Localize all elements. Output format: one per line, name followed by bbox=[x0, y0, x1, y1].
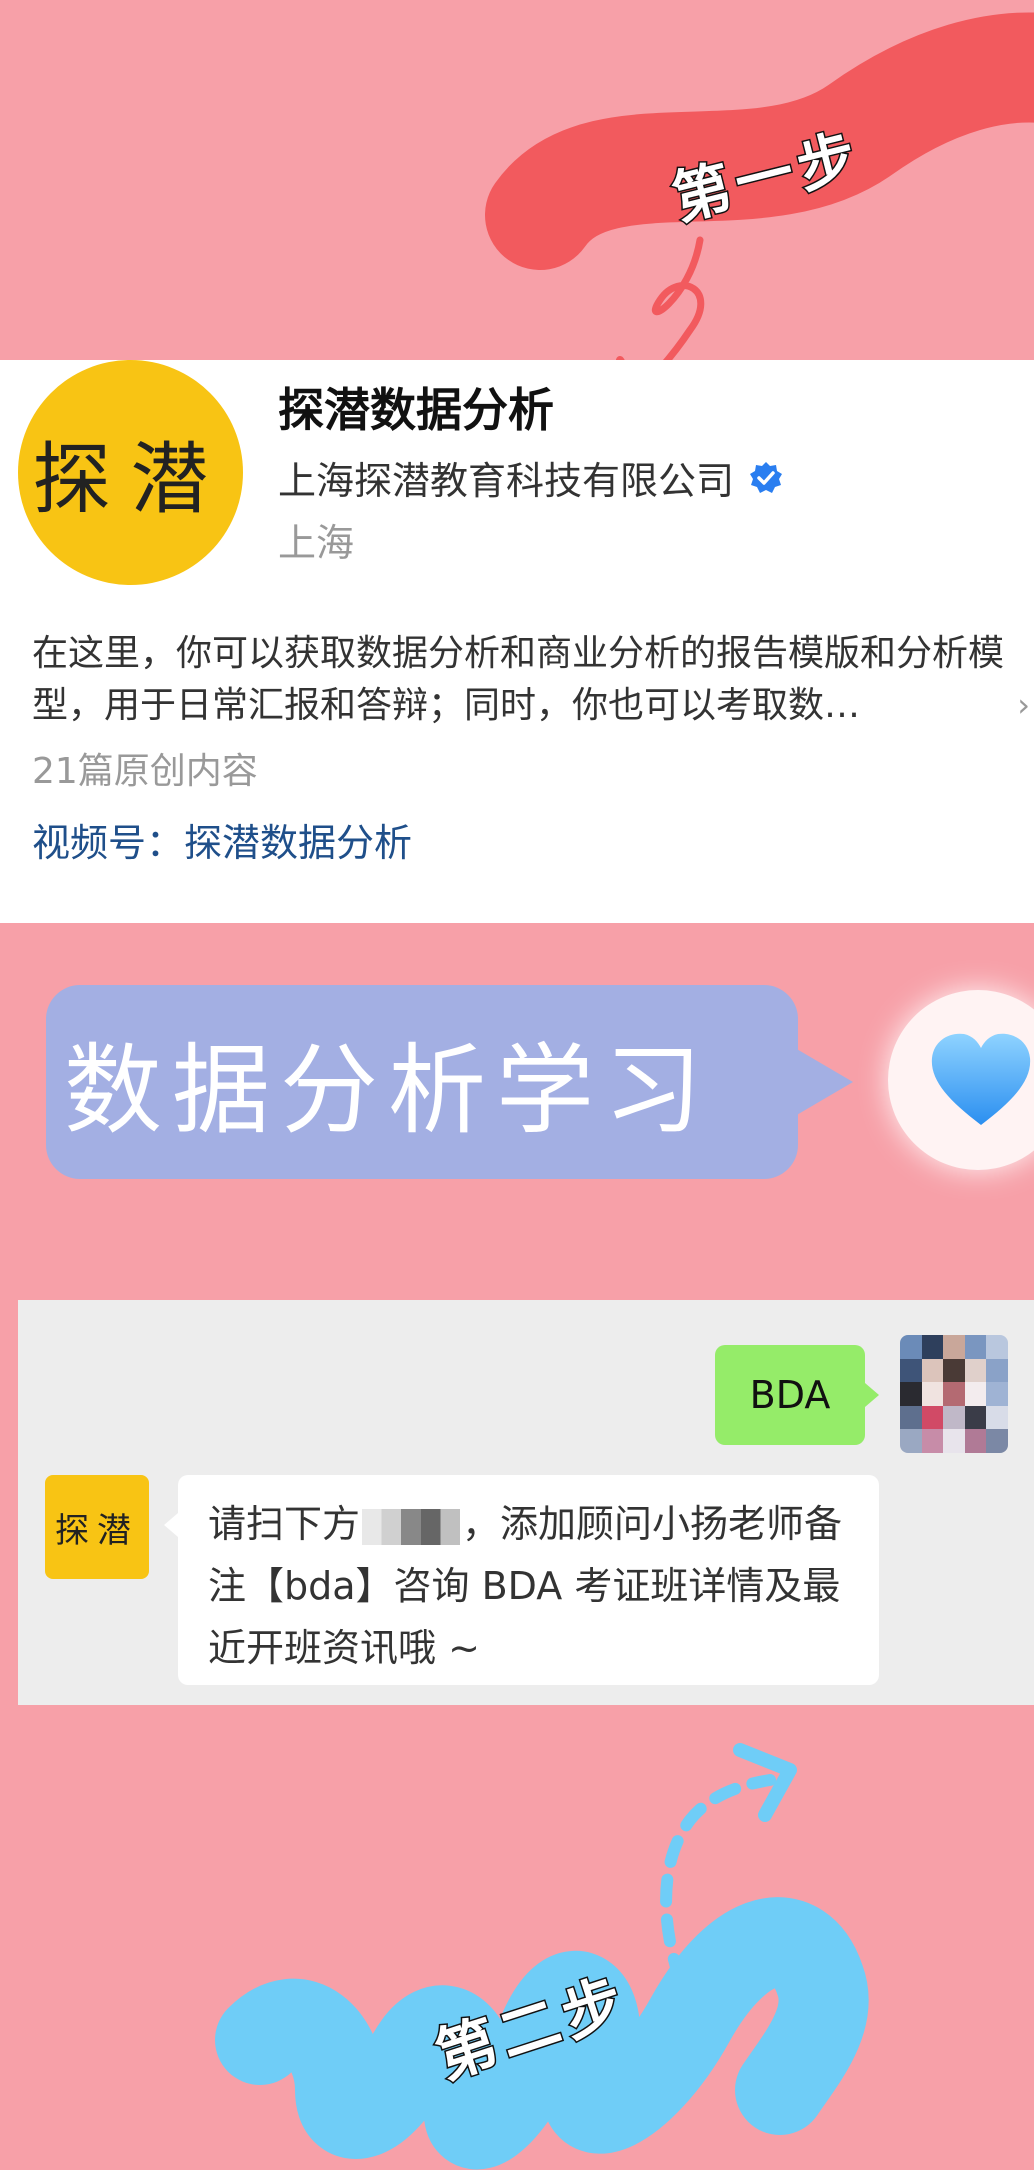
chevron-right-icon[interactable]: › bbox=[1017, 686, 1030, 724]
account-location: 上海 bbox=[278, 521, 355, 565]
user-avatar[interactable] bbox=[900, 1335, 1008, 1453]
step2-ribbon bbox=[215, 1743, 869, 2170]
company-row: 上海探潜教育科技有限公司 bbox=[278, 450, 784, 505]
title-bubble-tail bbox=[795, 1048, 853, 1116]
account-name: 探潜数据分析 bbox=[278, 383, 554, 437]
account-intro[interactable]: 在这里，你可以获取数据分析和商业分析的报告模版和分析模型，用于日常汇报和答辩；同… bbox=[32, 628, 1022, 732]
account-avatar-small[interactable]: 探潜 bbox=[45, 1475, 149, 1579]
redacted-text bbox=[362, 1508, 461, 1545]
title-bubble: 数据分析学习 bbox=[46, 985, 798, 1179]
step1-ribbon bbox=[485, 12, 1034, 396]
account-avatar[interactable]: 探潜 bbox=[18, 360, 243, 585]
video-channel-link[interactable]: 视频号：探潜数据分析 bbox=[32, 812, 412, 867]
verified-icon bbox=[750, 461, 783, 493]
title-bubble-text: 数据分析学习 bbox=[64, 1034, 713, 1148]
article-count[interactable]: 21篇原创内容 bbox=[32, 742, 258, 794]
company-name: 上海探潜教育科技有限公司 bbox=[278, 459, 735, 503]
profile-card[interactable]: 探潜 探潜数据分析 上海探潜教育科技有限公司 上海 在这里，你可以获取数据分析和… bbox=[0, 360, 1034, 923]
my-message-bubble[interactable]: BDA bbox=[715, 1345, 879, 1445]
blue-heart-icon bbox=[931, 1033, 1031, 1125]
bot-message-part1: 请扫下方 bbox=[208, 1502, 361, 1546]
